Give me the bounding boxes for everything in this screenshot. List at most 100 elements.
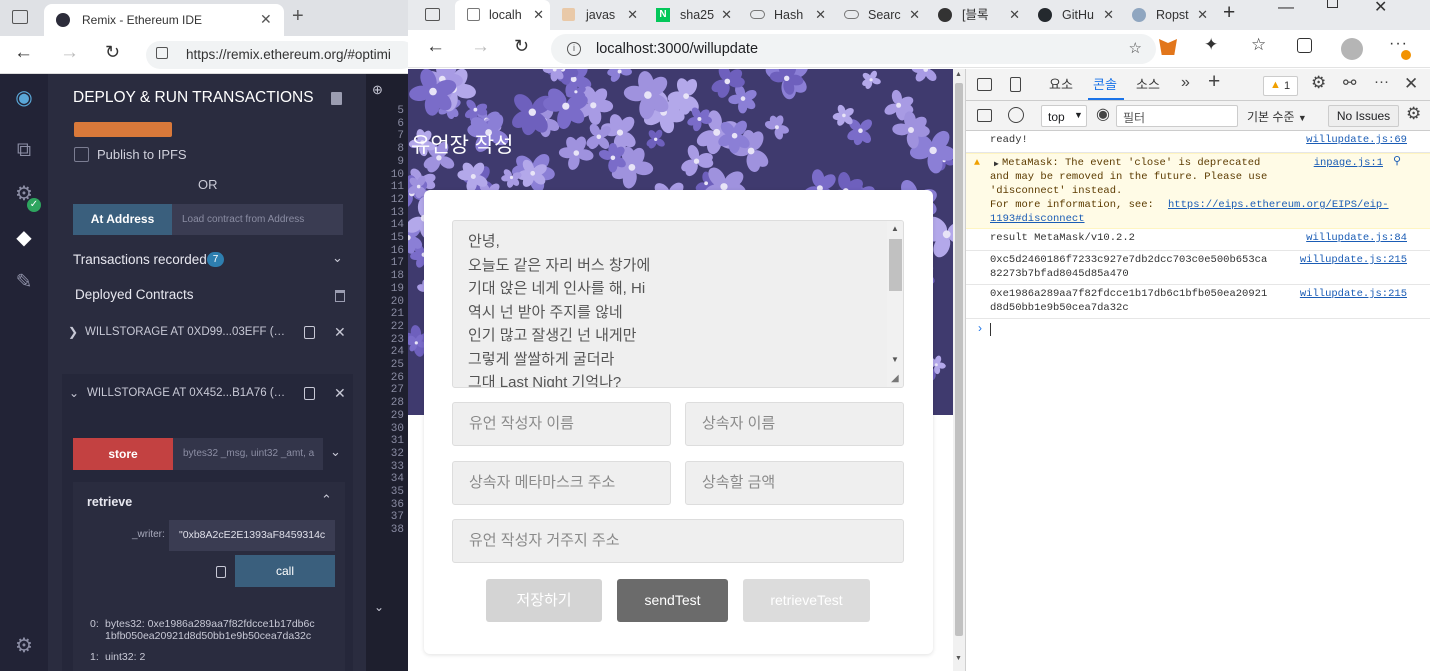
- retrieve-collapse-chevron-icon[interactable]: ⌃: [321, 492, 332, 508]
- close-tab-icon[interactable]: ✕: [1103, 0, 1114, 30]
- reload-icon[interactable]: ↻: [105, 42, 120, 63]
- textarea-scroll-thumb[interactable]: [889, 239, 902, 291]
- tab-actions-icon[interactable]: [12, 10, 28, 24]
- settings-gear-icon[interactable]: ⚙: [10, 632, 38, 660]
- back-icon[interactable]: ←: [426, 36, 445, 58]
- copy-calldata-icon[interactable]: [216, 566, 226, 578]
- store-args-input[interactable]: bytes32 _msg, uint32 _amt, a: [173, 438, 323, 470]
- devtools-settings-icon[interactable]: ⚙: [1311, 73, 1326, 93]
- tab-github[interactable]: GitHu ✕: [1028, 0, 1120, 30]
- metamask-icon[interactable]: [1159, 39, 1177, 55]
- console-filter-input[interactable]: 필터: [1116, 105, 1238, 127]
- profile-avatar-icon[interactable]: [1341, 38, 1363, 60]
- log-source-link[interactable]: willupdate.js:84: [1306, 231, 1407, 245]
- tab-blog[interactable]: [블록 ✕: [928, 0, 1026, 30]
- eip-link-line2[interactable]: 1193#disconnect: [990, 212, 1085, 226]
- add-panel-icon[interactable]: +: [1208, 70, 1220, 94]
- deploy-run-icon[interactable]: ◆: [10, 224, 38, 252]
- issues-button[interactable]: No Issues: [1328, 105, 1399, 127]
- tab-elements[interactable]: 요소: [1049, 69, 1073, 101]
- zoom-in-icon[interactable]: ⊕: [372, 82, 383, 98]
- log-source-link[interactable]: willupdate.js:215: [1300, 253, 1407, 267]
- send-test-button[interactable]: sendTest: [617, 579, 728, 622]
- console-prompt[interactable]: ›: [966, 319, 1430, 339]
- reload-icon[interactable]: ↻: [514, 36, 529, 57]
- panel-docs-icon[interactable]: [331, 92, 342, 105]
- collections-icon[interactable]: [1297, 38, 1312, 53]
- close-tab-icon[interactable]: ✕: [1197, 0, 1208, 30]
- writer-name-field[interactable]: 유언 작성자 이름: [452, 402, 671, 446]
- inspect-element-icon[interactable]: [977, 78, 992, 91]
- remote-devices-icon[interactable]: ⚯: [1343, 73, 1356, 93]
- page-scrollbar[interactable]: ▲ ▼: [953, 69, 965, 671]
- copy-address-icon[interactable]: [304, 387, 315, 400]
- tab-ropsten[interactable]: Ropst ✕: [1122, 0, 1214, 30]
- forward-icon[interactable]: →: [471, 36, 490, 58]
- remix-logo-icon[interactable]: ◉: [10, 84, 38, 112]
- eip-link-line1[interactable]: https://eips.ethereum.org/EIPS/eip-: [1168, 198, 1389, 212]
- transactions-chevron-icon[interactable]: ⌄: [332, 250, 343, 266]
- inheritance-amount-field[interactable]: 상속할 금액: [685, 461, 904, 505]
- device-toolbar-icon[interactable]: [1010, 77, 1021, 92]
- heir-metamask-address-field[interactable]: 상속자 메타마스크 주소: [452, 461, 671, 505]
- right-url-field[interactable]: i localhost:3000/willupdate ☆: [551, 34, 1156, 64]
- more-tabs-icon[interactable]: »: [1181, 74, 1190, 92]
- expand-chevron-icon[interactable]: ❯: [68, 325, 78, 339]
- close-tab-icon[interactable]: ✕: [533, 0, 544, 30]
- devtools-more-icon[interactable]: ···: [1374, 73, 1389, 90]
- close-tab-icon[interactable]: ✕: [1009, 0, 1020, 30]
- tab-actions-icon[interactable]: [425, 8, 440, 21]
- deploy-button[interactable]: [74, 122, 172, 137]
- live-expression-eye-icon[interactable]: ◉: [1096, 104, 1110, 124]
- context-select[interactable]: top ▼: [1041, 105, 1087, 127]
- close-tab-icon[interactable]: ✕: [260, 11, 272, 28]
- tab-console[interactable]: 콘솔: [1093, 69, 1117, 101]
- forward-icon[interactable]: →: [60, 42, 79, 64]
- extensions-icon[interactable]: ✦: [1204, 35, 1218, 55]
- tab-sha256[interactable]: N sha25 ✕: [646, 0, 738, 30]
- minimize-icon[interactable]: —: [1278, 0, 1294, 17]
- close-devtools-icon[interactable]: ✕: [1404, 74, 1418, 94]
- writer-input[interactable]: "0xb8A2cE2E1393aF8459314c: [169, 520, 335, 551]
- terminal-toggle-icon[interactable]: ⌄: [374, 600, 384, 614]
- log-source-link[interactable]: inpage.js:1: [1314, 156, 1383, 170]
- remove-contract-icon[interactable]: ✕: [334, 324, 346, 341]
- tab-sources[interactable]: 소스: [1136, 69, 1160, 101]
- call-button[interactable]: call: [235, 555, 335, 587]
- favorites-icon[interactable]: ☆: [1251, 35, 1266, 55]
- remove-contract-icon[interactable]: ✕: [334, 385, 346, 402]
- save-button[interactable]: 저장하기: [486, 579, 602, 622]
- textarea-scroll-up-icon[interactable]: ▲: [891, 224, 899, 233]
- store-button[interactable]: store: [73, 438, 173, 470]
- sidebar-toggle-icon[interactable]: [977, 109, 992, 122]
- maximize-icon[interactable]: [1327, 0, 1338, 8]
- tab-hash[interactable]: Hash ✕: [740, 0, 832, 30]
- log-source-link[interactable]: willupdate.js:69: [1306, 133, 1407, 147]
- close-tab-icon[interactable]: ✕: [627, 0, 638, 30]
- at-address-input[interactable]: Load contract from Address: [172, 204, 343, 235]
- heir-name-field[interactable]: 상속자 이름: [685, 402, 904, 446]
- log-source-link[interactable]: willupdate.js:215: [1300, 287, 1407, 301]
- close-tab-icon[interactable]: ✕: [721, 0, 732, 30]
- console-settings-icon[interactable]: ⚙: [1406, 104, 1421, 124]
- contract-2-name[interactable]: WILLSTORAGE AT 0X452...B1A76 (BLO: [87, 387, 289, 399]
- warning-counter[interactable]: ▲ 1: [1263, 76, 1298, 96]
- publish-ipfs-checkbox[interactable]: [74, 147, 89, 162]
- at-address-button[interactable]: At Address: [73, 204, 172, 235]
- remix-tab[interactable]: Remix - Ethereum IDE ✕: [44, 4, 284, 36]
- clear-console-icon[interactable]: [1008, 107, 1024, 123]
- page-scroll-up-icon[interactable]: ▲: [955, 71, 962, 78]
- tab-search[interactable]: Searc ✕: [834, 0, 926, 30]
- plugin-manager-icon[interactable]: ✎: [10, 268, 38, 296]
- clear-contracts-trash-icon[interactable]: [335, 290, 345, 302]
- left-url-field[interactable]: https://remix.ethereum.org/#optimi: [146, 41, 408, 69]
- will-letter-textarea[interactable]: 안녕, 오늘도 같은 자리 버스 창가에 기대 앉은 네게 인사를 해, Hi …: [452, 220, 904, 388]
- new-tab-icon[interactable]: +: [292, 5, 304, 28]
- tab-javascript[interactable]: javas ✕: [552, 0, 644, 30]
- store-expand-chevron-icon[interactable]: ⌄: [330, 444, 341, 460]
- tab-localhost[interactable]: localh ✕: [455, 0, 550, 30]
- writer-residence-address-field[interactable]: 유언 작성자 거주지 주소: [452, 519, 904, 563]
- retrieve-test-button[interactable]: retrieveTest: [743, 579, 870, 622]
- log-level-select[interactable]: 기본 수준 ▼: [1247, 108, 1307, 125]
- contract-item-1[interactable]: ❯ WILLSTORAGE AT 0XD99...03EFF (BLOC ✕: [62, 315, 366, 351]
